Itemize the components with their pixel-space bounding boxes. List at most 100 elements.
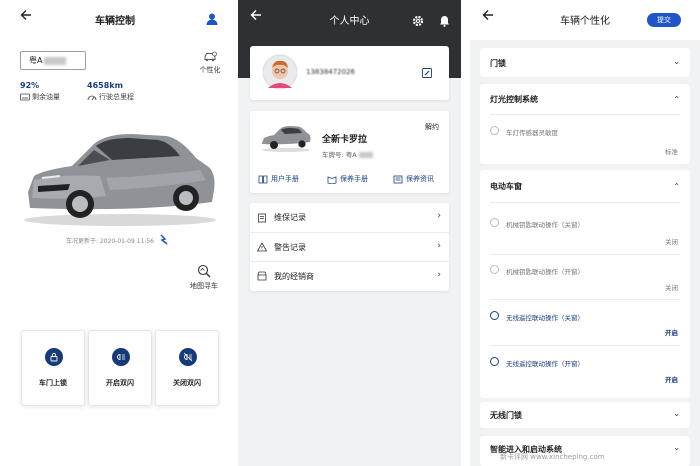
chevron-up-icon[interactable]: ⌃ xyxy=(673,95,680,104)
maintenance-manual-button[interactable]: 保养手册 xyxy=(327,174,368,184)
check-circle-icon xyxy=(490,218,499,227)
menu-item-my-dealer[interactable]: 我的经销商 › xyxy=(250,261,449,290)
mileage-label: 行驶总里程 xyxy=(99,93,134,101)
book-icon xyxy=(258,175,268,184)
option-value: 关闭 xyxy=(665,238,678,246)
divider xyxy=(490,254,680,255)
store-icon xyxy=(250,271,274,281)
chevron-right-icon: › xyxy=(437,241,441,251)
menu-label: 维保记录 xyxy=(274,213,306,222)
action-label: 保养手册 xyxy=(340,175,368,183)
section-power-window: 电动车窗 ⌃ 机械钥匙联动操作（关窗） 关闭 机械钥匙联动操作（开窗） 关闭 无… xyxy=(480,170,690,398)
section-title: 无线门锁 xyxy=(490,411,522,420)
section-light-control: 灯光控制系统 ⌃ 车灯传感器灵敏度 标准 xyxy=(480,84,690,164)
menu-item-maintenance-records[interactable]: 维保记录 › xyxy=(250,203,449,232)
watermark: 新卡评网 www.xincheping.com xyxy=(500,453,605,461)
page-title: 车辆控制 xyxy=(95,16,135,27)
section-title: 电动车窗 xyxy=(490,182,522,191)
menu-label: 警告记录 xyxy=(274,242,306,252)
vehicle-control-screen: 车辆控制 粤A 个性化 92% 剩余油量 4658km 行驶总里程 车况更新于:… xyxy=(0,0,230,466)
page-title: 个人中心 xyxy=(329,16,370,27)
option-value: 开启 xyxy=(665,329,678,337)
chevron-down-icon: ⌄ xyxy=(673,57,680,66)
section-door-lock[interactable]: 门锁 ⌄ xyxy=(480,48,690,77)
option-label: 车灯传感器灵敏度 xyxy=(506,129,558,137)
plate-text: 粤A xyxy=(29,56,43,65)
car-name: 全新卡罗拉 xyxy=(322,135,368,145)
hazard-on-tile[interactable]: 开启双闪 xyxy=(88,330,152,406)
handbook-icon xyxy=(327,175,337,184)
record-icon xyxy=(250,213,274,223)
mileage-stat: 行驶总里程 xyxy=(87,92,134,102)
menu-card: 维保记录 › 警告记录 › 我的经销商 › xyxy=(250,203,449,291)
check-circle-icon xyxy=(490,126,499,135)
car-image xyxy=(20,120,220,228)
unbind-link[interactable]: 解约 xyxy=(425,122,439,132)
car-settings-icon xyxy=(203,51,217,63)
license-plate: 粤A xyxy=(20,51,86,70)
menu-item-warning-records[interactable]: 警告记录 › xyxy=(250,232,449,261)
plate-blur xyxy=(44,56,67,65)
map-search-icon xyxy=(197,264,211,278)
car-thumbnail xyxy=(260,123,312,153)
chevron-right-icon: › xyxy=(437,270,441,280)
lock-icon xyxy=(45,348,63,366)
bell-icon[interactable] xyxy=(439,15,450,27)
info-circle-icon xyxy=(490,311,499,320)
fuel-value: 92% xyxy=(20,81,40,90)
action-label: 保养资讯 xyxy=(406,175,434,183)
section-title: 灯光控制系统 xyxy=(490,95,538,104)
fuel-icon xyxy=(20,93,30,101)
chevron-down-icon: ⌄ xyxy=(673,409,680,418)
action-label: 用户手册 xyxy=(271,175,299,183)
divider xyxy=(490,299,680,300)
edit-icon[interactable] xyxy=(422,68,432,78)
refresh-icon[interactable] xyxy=(158,233,170,245)
chevron-right-icon: › xyxy=(437,211,441,221)
warning-icon xyxy=(250,242,274,252)
divider xyxy=(490,114,680,115)
vehicle-personalization-screen: 车辆个性化 提交 门锁 ⌄ 灯光控制系统 ⌃ 车灯传感器灵敏度 标准 电动车窗 … xyxy=(470,0,700,466)
news-icon xyxy=(393,175,403,184)
submit-button[interactable]: 提交 xyxy=(647,13,681,27)
avatar[interactable] xyxy=(262,54,298,90)
tile-label: 车门上锁 xyxy=(39,379,67,387)
divider xyxy=(490,202,680,203)
chevron-down-icon: ⌄ xyxy=(673,443,680,452)
map-locate-button[interactable]: 地图寻车 xyxy=(188,264,220,291)
phone-number: 13838472026 xyxy=(306,68,355,76)
section-wireless-lock[interactable]: 无线门锁 ⌄ xyxy=(480,402,690,428)
hazard-off-tile[interactable]: 关闭双闪 xyxy=(155,330,219,406)
option-label: 无线遥控联动操作（关窗） xyxy=(506,314,584,322)
option-value: 关闭 xyxy=(665,284,678,292)
profile-card: 13838472026 xyxy=(250,46,449,100)
divider xyxy=(490,345,680,346)
option-value: 标准 xyxy=(665,148,678,156)
map-label: 地图寻车 xyxy=(190,282,218,290)
check-circle-icon xyxy=(490,265,499,274)
menu-label: 我的经销商 xyxy=(274,271,314,281)
tile-label: 开启双闪 xyxy=(106,379,134,387)
option-value: 开启 xyxy=(665,376,678,384)
option-label: 无线遥控联动操作（开窗） xyxy=(506,360,584,368)
plate-blur xyxy=(358,152,373,158)
hazard-off-icon xyxy=(179,348,197,366)
chevron-up-icon[interactable]: ⌃ xyxy=(673,182,680,191)
mileage-value: 4658km xyxy=(87,81,123,90)
speedometer-icon xyxy=(87,93,97,101)
personalize-button[interactable]: 个性化 xyxy=(197,51,223,75)
hazard-on-icon xyxy=(112,348,130,366)
car-card: 全新卡罗拉 解约 车牌号: 粤A 用户手册 保养手册 保养资讯 xyxy=(250,111,449,193)
gear-icon[interactable] xyxy=(412,15,424,27)
plate-text: 车牌号: 粤A xyxy=(322,151,357,159)
tile-label: 关闭双闪 xyxy=(173,379,201,387)
maintenance-news-button[interactable]: 保养资讯 xyxy=(393,174,434,184)
car-plate: 车牌号: 粤A xyxy=(322,149,373,159)
lock-doors-tile[interactable]: 车门上锁 xyxy=(21,330,85,406)
option-label: 机械钥匙联动操作（开窗） xyxy=(506,268,584,276)
personalize-label: 个性化 xyxy=(199,66,221,74)
option-label: 机械钥匙联动操作（关窗） xyxy=(506,221,584,229)
user-icon[interactable] xyxy=(206,13,218,25)
user-manual-button[interactable]: 用户手册 xyxy=(258,174,299,184)
update-time: 车况更新于: 2020-01-09 11:56 xyxy=(66,238,154,245)
